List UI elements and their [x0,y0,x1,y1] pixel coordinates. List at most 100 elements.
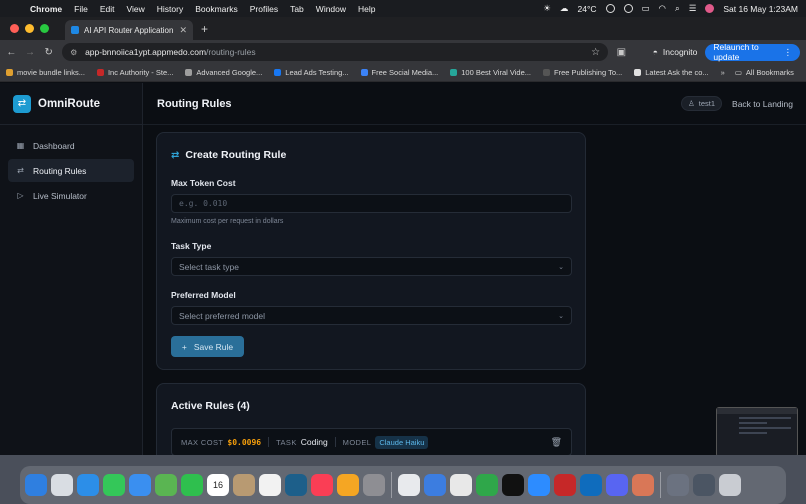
bookmark-item[interactable]: movie bundle links... [6,68,85,77]
cast-icon[interactable]: ▣ [616,47,627,58]
sidebar-nav: ▦ Dashboard ⇄ Routing Rules ▷ Live Simul… [0,125,142,218]
user-badge[interactable]: ♙ test1 [681,96,723,111]
maps-icon[interactable] [155,474,177,496]
max-token-cost-input[interactable]: e.g. 0.010 [171,194,572,213]
zoom-icon[interactable] [528,474,550,496]
menu-help[interactable]: Help [358,4,375,14]
outlook-icon[interactable] [580,474,602,496]
menu-view[interactable]: View [126,4,144,14]
menu-tab[interactable]: Tab [290,4,304,14]
bookmark-item[interactable]: Free Publishing To... [543,68,622,77]
bookmark-item[interactable]: Latest Ask the co... [634,68,709,77]
discord-icon[interactable] [606,474,628,496]
claude-icon[interactable] [632,474,654,496]
launchpad-icon[interactable] [51,474,73,496]
facetime-icon[interactable] [181,474,203,496]
safari-icon[interactable] [77,474,99,496]
all-bookmarks-button[interactable]: ▭ All Bookmarks [735,68,794,77]
new-tab-button[interactable]: + [201,22,208,36]
calendar-icon[interactable]: 16 [207,474,229,496]
spotlight-icon[interactable]: ⌕ [675,3,680,14]
menu-window[interactable]: Window [316,4,346,14]
bookmark-favicon-icon [96,69,104,76]
browser-tab[interactable]: AI API Router Application ✕ [65,20,193,40]
menu-file[interactable]: File [74,4,88,14]
menu-edit[interactable]: Edit [100,4,115,14]
bookmark-item[interactable]: Free Social Media... [360,68,438,77]
tv-icon[interactable] [502,474,524,496]
sidebar-item-dashboard[interactable]: ▦ Dashboard [8,134,134,157]
finder-icon[interactable] [25,474,47,496]
preview-icon[interactable] [424,474,446,496]
siri-icon[interactable] [705,4,715,13]
play-status-icon[interactable] [605,4,615,13]
settings-icon[interactable] [363,474,385,496]
trash-icon[interactable] [719,474,741,496]
max-token-cost-hint: Maximum cost per request in dollars [171,218,284,225]
task-value: Coding [300,437,328,447]
preferred-model-select[interactable]: Select preferred model ⌄ [171,306,572,325]
page-header: Routing Rules ♙ test1 Back to Landing [143,83,806,125]
delete-rule-icon[interactable]: 🗑 [551,437,562,448]
contacts-icon[interactable] [233,474,255,496]
battery-icon[interactable]: ▭ [642,3,650,14]
task-type-select[interactable]: Select task type ⌄ [171,257,572,276]
close-tab-icon[interactable]: ✕ [179,25,187,36]
bookmark-item[interactable]: Inc Authority - Ste... [96,68,173,77]
forward-arrow-icon[interactable]: → [25,47,36,58]
zoom-window-button[interactable] [40,24,49,33]
sidebar-item-routing-rules[interactable]: ⇄ Routing Rules [8,159,134,182]
sidebar-item-live-simulator[interactable]: ▷ Live Simulator [8,184,134,207]
model-key: MODEL [342,437,372,447]
reload-icon[interactable]: ↻ [43,47,54,58]
messages-icon[interactable] [103,474,125,496]
record-icon[interactable] [623,4,633,13]
numbers-icon[interactable] [476,474,498,496]
desktop-icon[interactable] [693,474,715,496]
more-menu-icon[interactable]: ⋮ [784,47,793,58]
reminders-icon[interactable] [259,474,281,496]
menubar-clock[interactable]: Sat 16 May 1:23AM [723,4,798,14]
bookmark-star-icon[interactable]: ☆ [591,47,600,58]
model-badge: Claude Haiku [375,435,429,449]
weather-temperature[interactable]: 24°C [578,4,597,14]
pages-icon[interactable] [337,474,359,496]
word-icon[interactable] [554,474,576,496]
chrome-icon[interactable] [398,474,420,496]
bookmark-item[interactable]: Lead Ads Testing... [274,68,349,77]
back-to-landing-link[interactable]: Back to Landing [732,99,793,109]
site-info-icon[interactable]: ⚙ [70,48,79,57]
cloud-icon[interactable]: ☁ [560,3,569,14]
incognito-indicator[interactable]: ◓ Incognito [653,47,698,57]
brand[interactable]: ⇄ OmniRoute [0,83,142,125]
menu-app-name[interactable]: Chrome [30,4,62,14]
back-arrow-icon[interactable]: ← [6,47,17,58]
url-host: app-bnnoiica1ypt.appmedo.com [85,47,207,57]
minimize-window-button[interactable] [25,24,34,33]
bookmarks-overflow-icon[interactable]: » [721,68,725,77]
main-content: Routing Rules ♙ test1 Back to Landing ⇄ … [143,83,806,463]
bookmark-item[interactable]: Advanced Google... [185,68,262,77]
browser-toolbar: ← → ↻ ⚙ app-bnnoiica1ypt.appmedo.com/rou… [0,40,806,64]
menu-bookmarks[interactable]: Bookmarks [195,4,238,14]
brightness-icon[interactable]: ☀ [543,3,551,14]
wifi-icon[interactable]: ◠ [659,3,666,14]
menu-profiles[interactable]: Profiles [250,4,278,14]
files-icon[interactable] [667,474,689,496]
control-center-icon[interactable]: ☰ [689,3,697,14]
macos-menubar: Chrome File Edit View History Bookmarks … [0,0,806,17]
menu-history[interactable]: History [157,4,183,14]
window-preview-thumbnail[interactable] [716,407,798,457]
mail-icon[interactable] [129,474,151,496]
freeform-icon[interactable] [285,474,307,496]
dashboard-icon: ▦ [16,141,25,150]
relaunch-button[interactable]: Relaunch to update ⋮ [705,42,800,62]
close-window-button[interactable] [10,24,19,33]
save-rule-button[interactable]: + Save Rule [171,336,244,357]
address-bar[interactable]: ⚙ app-bnnoiica1ypt.appmedo.com/routing-r… [62,43,609,61]
music-icon[interactable] [311,474,333,496]
routing-icon: ⇄ [17,166,24,175]
menubar-status: ☀ ☁ 24°C ▭ ◠ ⌕ ☰ Sat 16 May 1:23AM [543,3,798,14]
notes-icon[interactable] [450,474,472,496]
bookmark-item[interactable]: 100 Best Viral Vide... [450,68,531,77]
